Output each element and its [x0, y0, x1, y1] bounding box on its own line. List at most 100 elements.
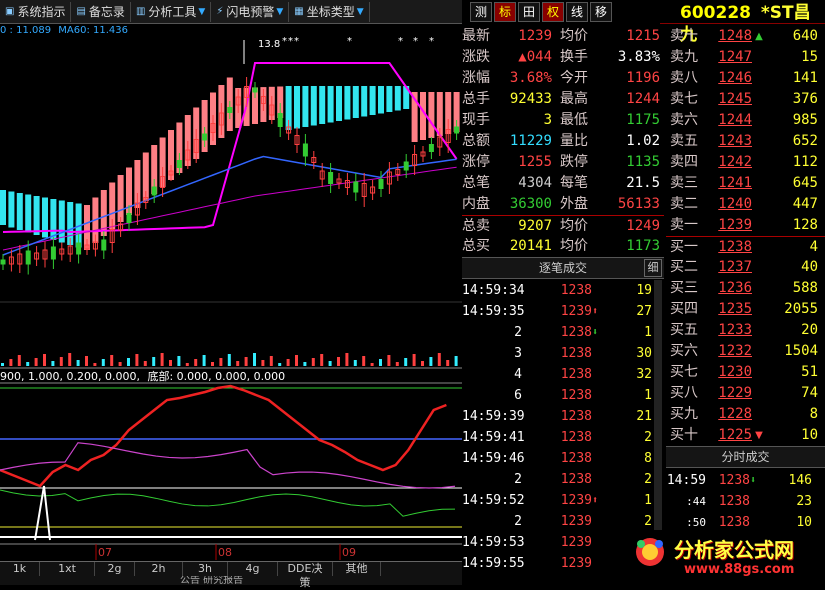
detail-button[interactable]: 细: [644, 259, 662, 277]
ask-row[interactable]: 卖三 1241 645: [666, 173, 825, 194]
ask-row[interactable]: 卖二 1240 447: [666, 194, 825, 215]
ask-row[interactable]: 卖六 1244 985: [666, 110, 825, 131]
kline-chart[interactable]: 13.8 * * * * * * *07 08 09: [0, 24, 462, 564]
ask-row[interactable]: 卖十 1248 ▲ 640: [666, 26, 825, 47]
trade-price: 1239: [560, 556, 592, 571]
bid-row[interactable]: 买一 1238 4: [666, 236, 825, 257]
menu-item-0[interactable]: ▣ 系统指示: [0, 1, 72, 22]
bottom-tab-4[interactable]: 3h: [183, 562, 228, 576]
toolbar-button-3[interactable]: 权: [542, 2, 564, 22]
candle-body: [378, 179, 384, 189]
time-sales-tab[interactable]: 分时成交: [666, 446, 825, 468]
toolbar-button-5[interactable]: 移: [590, 2, 612, 22]
ask-row[interactable]: 卖一 1239 128: [666, 215, 825, 236]
bid-row[interactable]: 买六 1232 1504: [666, 341, 825, 362]
bid-row[interactable]: 买八 1229 74: [666, 383, 825, 404]
ask-row[interactable]: 卖四 1242 112: [666, 152, 825, 173]
bottom-note[interactable]: 公告 研究报告: [0, 576, 462, 585]
blank-icon: [592, 280, 604, 301]
book-level: 买八: [670, 385, 698, 401]
quote-row: 总卖 9207 均价 1249: [462, 215, 664, 236]
book-level: 卖三: [670, 175, 698, 191]
quote-label: 总笔: [462, 175, 490, 191]
down-arrow-icon: [752, 341, 766, 362]
quote-label-2: 换手: [560, 49, 588, 65]
bid-row[interactable]: 买四 1235 2055: [666, 299, 825, 320]
trade-time: 14:59:55: [462, 556, 525, 571]
menu-item-4[interactable]: ▦ 坐标类型 ▼: [289, 1, 370, 22]
cloud-bar: [361, 86, 368, 117]
indicator-green-line: [0, 489, 456, 517]
trade-tab[interactable]: 逐笔成交 细: [462, 257, 664, 279]
bid-row[interactable]: 买三 1236 588: [666, 278, 825, 299]
volume-bar: [135, 354, 139, 366]
ts-volume: 146: [788, 473, 812, 488]
ask-row[interactable]: 卖九 1247 15: [666, 47, 825, 68]
trade-volume: 1: [644, 388, 652, 403]
bid-row[interactable]: 买二 1237 40: [666, 257, 825, 278]
trade-time: 14:59:52: [462, 493, 525, 508]
trade-price: 1239: [560, 535, 592, 550]
trade-price: 1239: [560, 493, 592, 508]
toolbar-button-4[interactable]: 线: [566, 2, 588, 22]
down-arrow-icon: [752, 173, 766, 194]
volume-bar: [379, 359, 382, 366]
quote-label: 现手: [462, 112, 490, 128]
bid-row[interactable]: 买五 1233 20: [666, 320, 825, 341]
candle-body: [50, 246, 56, 260]
bottom-tab-5[interactable]: 4g: [228, 562, 278, 576]
toolbar-button-1[interactable]: 标: [494, 2, 516, 22]
volume-bar: [177, 356, 181, 366]
toolbar-button-0[interactable]: 测: [470, 2, 492, 22]
down-arrow-icon: ⬇: [750, 475, 757, 486]
down-arrow-icon: [752, 68, 766, 89]
ask-row[interactable]: 卖五 1243 652: [666, 131, 825, 152]
menu-item-3[interactable]: ⚡ 闪电预警 ▼: [211, 1, 290, 22]
quote-label-2: 最高: [560, 91, 588, 107]
trade-price: 1238: [560, 325, 592, 340]
book-price: 1238: [718, 239, 752, 255]
trade-time: 14:59:41: [462, 430, 525, 445]
trade-price: 1238: [560, 472, 592, 487]
bottom-tab-6[interactable]: DDE决策: [278, 562, 333, 589]
volume-bar: [387, 355, 391, 366]
book-price: 1244: [718, 112, 752, 128]
quote-label: 最新: [462, 28, 490, 44]
book-price: 1236: [718, 280, 752, 296]
ask-row[interactable]: 卖八 1246 141: [666, 68, 825, 89]
volume-bar: [421, 361, 424, 366]
menu-item-2[interactable]: ▥ 分析工具 ▼: [131, 1, 212, 22]
book-price: 1246: [718, 70, 752, 86]
book-price: 1232: [718, 343, 752, 359]
volume-bar: [429, 357, 433, 366]
book-level: 买七: [670, 364, 698, 380]
menu-icon: ▥: [135, 5, 146, 17]
toolbar-button-2[interactable]: 田: [518, 2, 540, 22]
down-arrow-icon: [752, 299, 766, 320]
menu-label: 备忘录: [88, 4, 125, 19]
dropdown-arrow-icon: ▼: [276, 6, 284, 17]
bottom-tab-0[interactable]: 1k: [0, 562, 40, 576]
volume-bar: [43, 354, 46, 366]
bid-row[interactable]: 买十 1225 ▼ 10: [666, 425, 825, 446]
cloud-bar: [327, 86, 334, 123]
bottom-tab-3[interactable]: 2h: [135, 562, 183, 576]
volume-bar: [202, 355, 206, 366]
blank-icon: [592, 364, 604, 385]
bottom-tab-2[interactable]: 2g: [95, 562, 135, 576]
quote-label-2: 量比: [560, 133, 588, 149]
bottom-tab-7[interactable]: 其他: [333, 562, 381, 576]
bottom-tab-1[interactable]: 1xt: [40, 562, 95, 576]
book-volume: 40: [801, 259, 818, 275]
quote-value-2: 3.83%: [617, 49, 660, 65]
blank-icon: [592, 385, 604, 406]
menu-item-1[interactable]: ▤ 备忘录: [71, 1, 131, 22]
candle-body: [227, 107, 233, 113]
bid-row[interactable]: 买九 1228 8: [666, 404, 825, 425]
ask-row[interactable]: 卖七 1245 376: [666, 89, 825, 110]
month-label: 08: [218, 546, 232, 559]
down-arrow-icon: [752, 152, 766, 173]
quote-value: 11229: [509, 133, 552, 149]
up-arrow-icon: ⬆: [592, 495, 599, 506]
bid-row[interactable]: 买七 1230 51: [666, 362, 825, 383]
